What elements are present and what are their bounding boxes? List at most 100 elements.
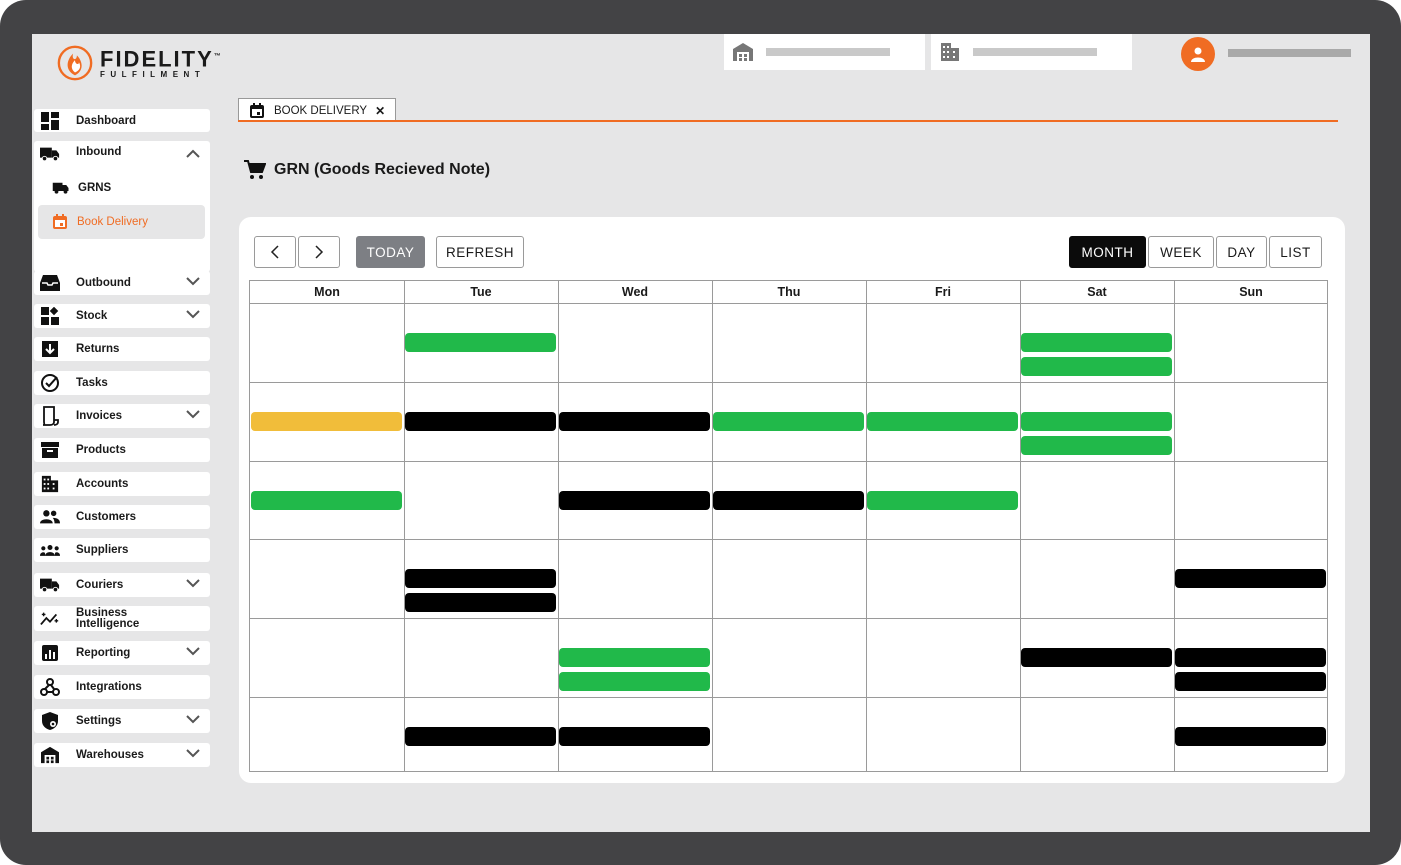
truck-icon (52, 182, 69, 194)
chevron-down-icon[interactable] (186, 715, 200, 724)
calendar-icon (250, 102, 264, 118)
delivery-event-green[interactable] (713, 411, 864, 431)
user-avatar[interactable] (1181, 37, 1215, 71)
calendar-day-cell[interactable] (1175, 304, 1328, 382)
sidebar-item-label: Suppliers (76, 544, 129, 556)
calendar-day-cell[interactable] (1021, 698, 1174, 776)
calendar-day-cell[interactable] (713, 540, 866, 618)
delivery-event-green[interactable] (1021, 333, 1172, 352)
calendar-day-cell[interactable] (405, 462, 558, 540)
chevron-down-icon[interactable] (186, 410, 200, 419)
calendar-day-cell[interactable] (405, 619, 558, 697)
delivery-event-black[interactable] (1175, 648, 1326, 668)
calendar-day-cell[interactable] (251, 619, 404, 697)
sidebar-item-reporting[interactable]: Reporting (34, 641, 210, 665)
calendar-day-cell[interactable] (713, 619, 866, 697)
chevron-up-icon[interactable] (186, 149, 200, 158)
close-icon[interactable]: ✕ (375, 104, 385, 118)
sidebar-item-products[interactable]: Products (34, 438, 210, 462)
sidebar-item-integrations[interactable]: Integrations (34, 675, 210, 699)
sidebar-item-invoices[interactable]: Invoices (34, 404, 210, 428)
delivery-event-black[interactable] (405, 727, 556, 746)
calendar-day-cell[interactable] (867, 619, 1020, 697)
delivery-event-green[interactable] (867, 411, 1018, 431)
delivery-event-black[interactable] (559, 727, 710, 746)
calendar-day-cell[interactable] (251, 698, 404, 776)
sidebar-subitem-book-delivery[interactable]: Book Delivery (38, 205, 205, 239)
view-week-button[interactable]: WEEK (1148, 236, 1214, 268)
calendar-day-cell[interactable] (867, 304, 1020, 382)
delivery-event-black[interactable] (405, 569, 556, 589)
chevron-down-icon[interactable] (186, 579, 200, 588)
view-list-button[interactable]: LIST (1269, 236, 1322, 268)
delivery-event-black[interactable] (1175, 569, 1326, 589)
tab-book-delivery[interactable]: BOOK DELIVERY ✕ (238, 98, 396, 122)
calendar-day-cell[interactable] (1021, 462, 1174, 540)
chevron-down-icon[interactable] (186, 749, 200, 758)
warehouse-selector[interactable] (724, 34, 925, 70)
brand-logo[interactable]: FIDELITY™ FULFILMENT (56, 44, 223, 82)
delivery-event-green[interactable] (867, 490, 1018, 510)
delivery-event-green[interactable] (1021, 435, 1172, 455)
chevron-down-icon[interactable] (186, 310, 200, 319)
delivery-event-black[interactable] (559, 411, 710, 431)
sidebar-item-accounts[interactable]: Accounts (34, 472, 210, 496)
prev-button[interactable] (254, 236, 296, 268)
calendar-day-cell[interactable] (251, 304, 404, 382)
calendar-day-cell[interactable] (713, 698, 866, 776)
sidebar-item-stock[interactable]: Stock (34, 304, 210, 328)
refresh-button[interactable]: REFRESH (436, 236, 524, 268)
delivery-event-black[interactable] (713, 490, 864, 510)
account-selector[interactable] (931, 34, 1132, 70)
return-arrow-icon (40, 339, 60, 359)
delivery-event-green[interactable] (251, 490, 402, 510)
sidebar-item-outbound[interactable]: Outbound (34, 271, 210, 295)
chevron-down-icon[interactable] (186, 647, 200, 656)
delivery-event-green[interactable] (405, 333, 556, 352)
app-screen: FIDELITY™ FULFILMENT Dashboard Inbound G… (32, 34, 1370, 832)
view-day-button[interactable]: DAY (1216, 236, 1267, 268)
sidebar-item-suppliers[interactable]: Suppliers (34, 538, 210, 562)
user-icon (1191, 47, 1205, 62)
calendar-day-cell[interactable] (713, 304, 866, 382)
calendar-day-cell[interactable] (867, 698, 1020, 776)
next-button[interactable] (298, 236, 340, 268)
sidebar-item-settings[interactable]: Settings (34, 709, 210, 733)
sidebar-item-customers[interactable]: Customers (34, 505, 210, 529)
delivery-event-black[interactable] (405, 593, 556, 613)
today-button[interactable]: TODAY (356, 236, 425, 268)
delivery-event-black[interactable] (1175, 672, 1326, 692)
calendar-day-cell[interactable] (1175, 383, 1328, 461)
sidebar-item-dashboard[interactable]: Dashboard (34, 109, 210, 132)
delivery-event-green[interactable] (559, 672, 710, 692)
sidebar-item-tasks[interactable]: Tasks (34, 371, 210, 395)
sidebar-item-inbound[interactable]: Inbound (34, 141, 210, 167)
calendar-day-cell[interactable] (867, 540, 1020, 618)
delivery-event-green[interactable] (559, 648, 710, 668)
calendar-day-cell[interactable] (251, 540, 404, 618)
calendar-day-cell[interactable] (1021, 540, 1174, 618)
brand-name: FIDELITY (100, 46, 214, 72)
sidebar-subitem-grns[interactable]: GRNS (52, 179, 111, 197)
tab-label: BOOK DELIVERY (274, 104, 368, 117)
delivery-event-black[interactable] (1175, 727, 1326, 746)
sidebar-item-warehouses[interactable]: Warehouses (34, 743, 210, 767)
sidebar-item-couriers[interactable]: Couriers (34, 573, 210, 597)
delivery-event-yellow[interactable] (251, 411, 402, 431)
sidebar-item-label: Returns (76, 343, 120, 355)
delivery-event-green[interactable] (1021, 357, 1172, 376)
view-month-button[interactable]: MONTH (1069, 236, 1146, 268)
user-name-placeholder[interactable] (1228, 49, 1351, 57)
shopping-cart-icon (244, 160, 266, 179)
delivery-event-black[interactable] (559, 490, 710, 510)
delivery-event-green[interactable] (1021, 411, 1172, 431)
delivery-event-black[interactable] (1021, 648, 1172, 668)
chevron-down-icon[interactable] (186, 277, 200, 286)
calendar-day-cell[interactable] (1175, 462, 1328, 540)
sidebar-item-label: Accounts (76, 478, 129, 490)
calendar-day-cell[interactable] (559, 540, 712, 618)
delivery-event-black[interactable] (405, 411, 556, 431)
sidebar-item-business-intelligence[interactable]: Business Intelligence (34, 606, 210, 631)
sidebar-item-returns[interactable]: Returns (34, 337, 210, 361)
calendar-day-cell[interactable] (559, 304, 712, 382)
